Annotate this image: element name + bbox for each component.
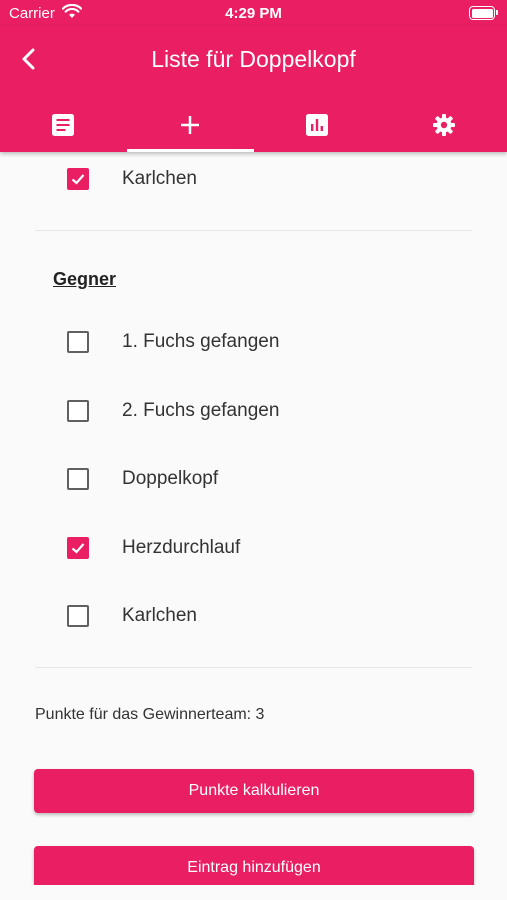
item-label: Karlchen [122,605,197,626]
list-item: Karlchen [0,596,507,636]
tab-bar [0,98,507,152]
checkbox[interactable] [67,537,89,559]
list-item: 2. Fuchs gefangen [0,391,507,431]
list-icon [52,114,75,136]
plus-icon [181,116,200,134]
item-label: Karlchen [122,168,197,189]
checkbox[interactable] [67,605,89,627]
list-item: 1. Fuchs gefangen [0,322,507,362]
list-item: Doppelkopf [0,459,507,499]
tab-list[interactable] [0,98,127,152]
check-icon [71,174,85,185]
section-title-opponents: Gegner [53,269,117,289]
list-item: Herzdurchlauf [0,528,507,568]
tab-add[interactable] [126,98,254,152]
tab-settings[interactable] [380,98,507,152]
app-bar: Liste für Doppelkopf [0,26,507,152]
checkbox[interactable] [67,331,89,353]
item-label: 2. Fuchs gefangen [122,400,280,421]
tab-statistics[interactable] [254,98,381,152]
calculate-points-button[interactable]: Punkte kalkulieren [34,769,474,813]
form-content: Karlchen Gegner 1. Fuchs gefangen 2. Fuc… [0,152,507,885]
check-icon [71,543,85,554]
bar-chart-icon [305,114,328,136]
item-label: 1. Fuchs gefangen [122,331,280,352]
list-item: Karlchen [0,159,507,199]
points-summary: Punkte für das Gewinnerteam: 3 [35,706,265,723]
gear-icon [432,114,455,136]
divider [35,667,472,668]
clock: 4:29 PM [225,5,282,22]
page-title: Liste für Doppelkopf [151,46,356,72]
add-entry-button[interactable]: Eintrag hinzufügen [34,846,474,885]
item-label: Herzdurchlauf [122,537,241,558]
checkbox[interactable] [67,400,89,422]
checkbox[interactable] [67,168,89,190]
divider [35,230,472,231]
checkbox[interactable] [67,468,89,490]
battery-icon [469,6,498,20]
item-label: Doppelkopf [122,468,219,489]
status-bar: Carrier 4:29 PM [0,0,507,26]
